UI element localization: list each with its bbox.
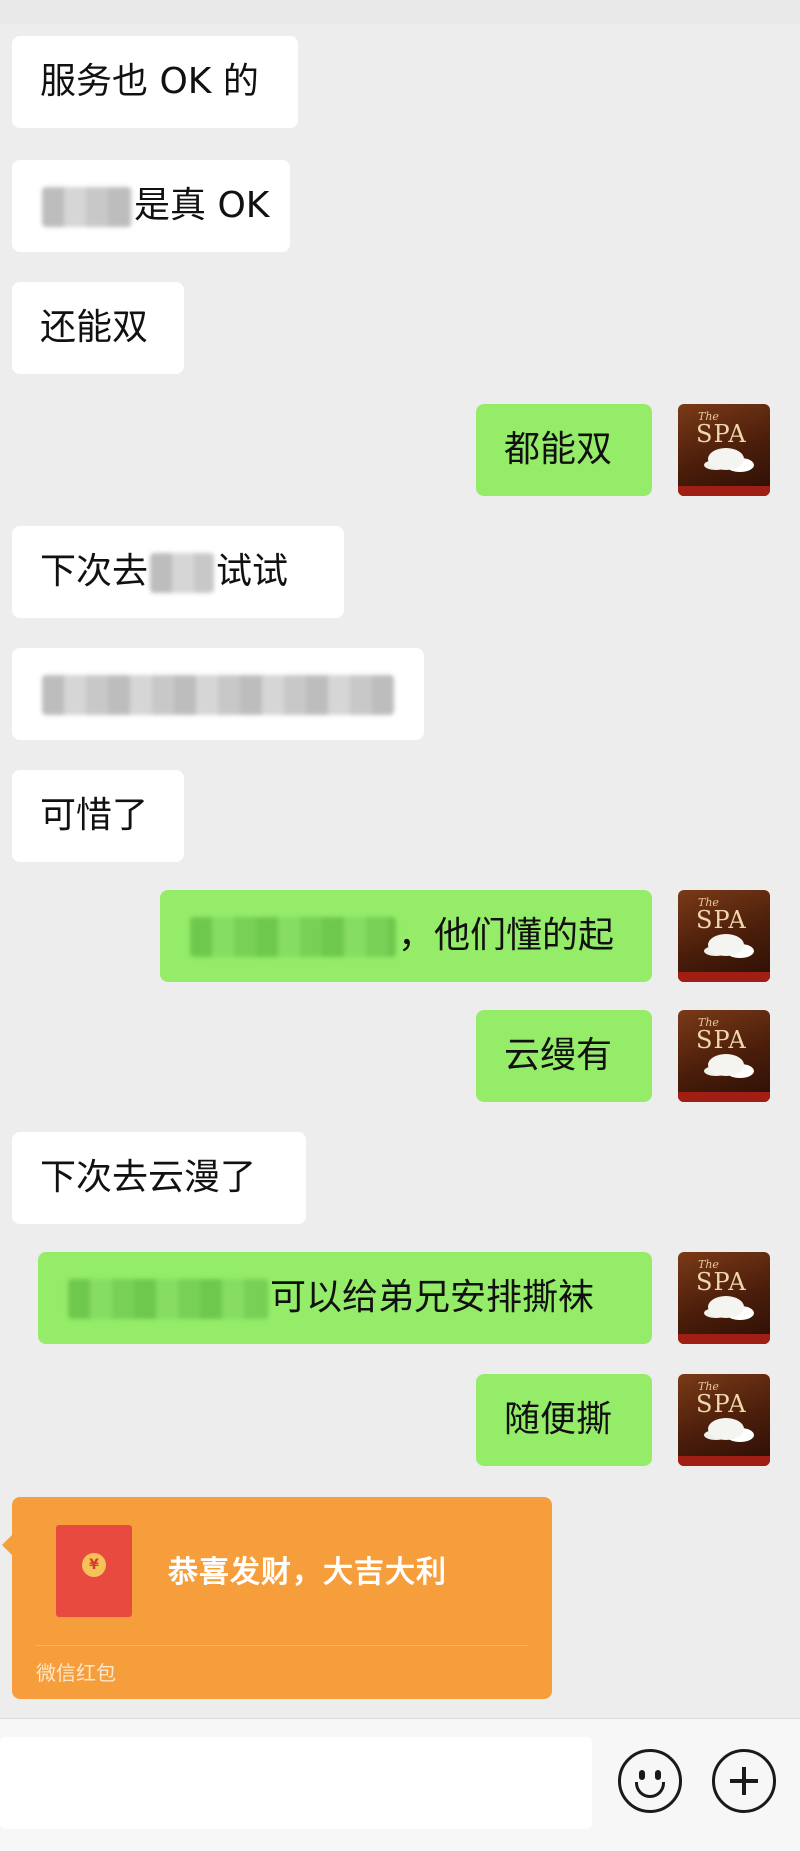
message-text: ，他们懂的起: [398, 915, 615, 956]
eye: [655, 1770, 661, 1780]
smile: [635, 1782, 665, 1798]
plus-bar: [742, 1767, 746, 1795]
avatar-text: SPA: [696, 1026, 747, 1054]
message-bubble[interactable]: [12, 648, 424, 740]
avatar-text: SPA: [696, 906, 747, 934]
avatar[interactable]: The SPA: [678, 1374, 770, 1466]
avatar[interactable]: The SPA: [678, 404, 770, 496]
chat-area[interactable]: 服务也 OK 的 是真 OK 还能双 都能双 The SPA 下次去 试试 可惜…: [0, 0, 800, 1718]
message-bubble[interactable]: 都能双: [476, 404, 652, 496]
red-packet[interactable]: ¥ 恭喜发财，大吉大利 微信红包: [2, 1497, 552, 1699]
message-input[interactable]: [0, 1737, 592, 1829]
candle-icon: [678, 972, 770, 982]
message-bubble[interactable]: 服务也 OK 的: [12, 36, 298, 128]
message-text: 下次去: [40, 551, 149, 592]
red-packet-label: 微信红包: [36, 1661, 116, 1685]
avatar-text: SPA: [696, 1268, 747, 1296]
message-bubble[interactable]: 云缦有: [476, 1010, 652, 1102]
candle-icon: [678, 486, 770, 496]
avatar-text: SPA: [696, 420, 747, 448]
red-packet-title: 恭喜发财，大吉大利: [168, 1555, 447, 1590]
message-bubble[interactable]: 下次去 试试: [12, 526, 344, 618]
message-text: 下次去云漫了: [40, 1157, 257, 1198]
message-text: 云缦有: [504, 1035, 613, 1076]
message-text: 随便撕: [504, 1399, 613, 1440]
redacted-text: [68, 1279, 268, 1319]
redacted-text: [190, 917, 396, 957]
coin-icon: ¥: [82, 1553, 106, 1577]
orchid-icon: [708, 1418, 744, 1440]
candle-icon: [678, 1092, 770, 1102]
message-text: 还能双: [40, 307, 149, 348]
redacted-text: [150, 553, 215, 593]
orchid-icon: [708, 1054, 744, 1076]
avatar[interactable]: The SPA: [678, 1010, 770, 1102]
message-text: 试试: [216, 551, 289, 592]
input-bar: [0, 1718, 800, 1851]
message-text: 都能双: [504, 429, 613, 470]
message-bubble[interactable]: 可以给弟兄安排撕袜: [38, 1252, 652, 1344]
message-text: 服务也 OK 的: [40, 61, 259, 102]
message-text: 可以给弟兄安排撕袜: [270, 1277, 595, 1318]
avatar-text: SPA: [696, 1390, 747, 1418]
avatar[interactable]: The SPA: [678, 1252, 770, 1344]
candle-icon: [678, 1456, 770, 1466]
redacted-text: [42, 675, 394, 715]
orchid-icon: [708, 1296, 744, 1318]
red-envelope-icon: ¥: [56, 1525, 132, 1617]
message-bubble[interactable]: ，他们懂的起: [160, 890, 652, 982]
message-bubble[interactable]: 下次去云漫了: [12, 1132, 306, 1224]
emoji-icon[interactable]: [618, 1749, 682, 1813]
message-text: 是真 OK: [134, 185, 270, 226]
message-bubble[interactable]: 可惜了: [12, 770, 184, 862]
eye: [639, 1770, 645, 1780]
candle-icon: [678, 1334, 770, 1344]
orchid-icon: [708, 448, 744, 470]
message-bubble[interactable]: 随便撕: [476, 1374, 652, 1466]
message-bubble[interactable]: 是真 OK: [12, 160, 290, 252]
plus-icon[interactable]: [712, 1749, 776, 1813]
message-text: 可惜了: [40, 795, 149, 836]
message-bubble[interactable]: 还能双: [12, 282, 184, 374]
orchid-icon: [708, 934, 744, 956]
redacted-text: [42, 187, 132, 227]
red-packet-divider: [36, 1645, 528, 1646]
avatar[interactable]: The SPA: [678, 890, 770, 982]
